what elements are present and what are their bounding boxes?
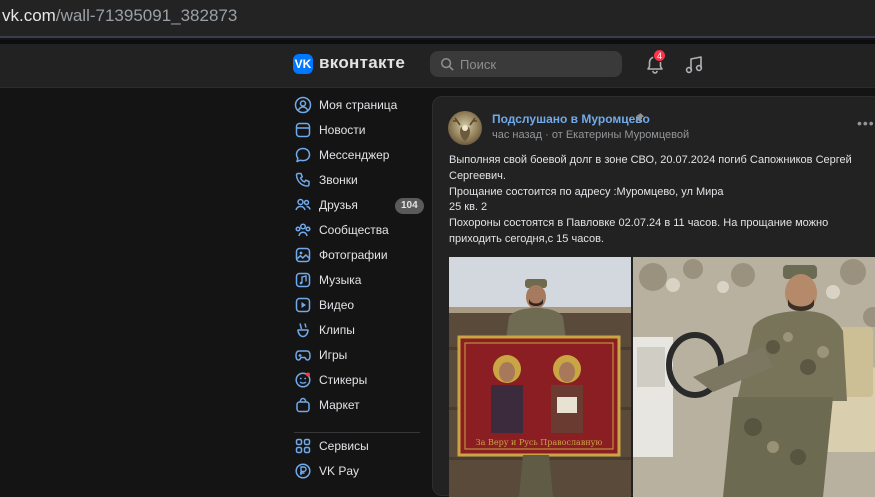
market-bag-icon <box>296 397 310 413</box>
sidebar-item-label: Друзья <box>319 198 358 212</box>
sidebar-item-label: Музыка <box>319 273 362 287</box>
post-photo-banner[interactable]: За Веру и Русь Православную <box>449 257 631 497</box>
photo-soldier-in-vehicle <box>633 257 875 497</box>
sidebar-item-market[interactable]: Маркет <box>290 393 425 417</box>
deer-emblem-icon <box>453 117 477 141</box>
vk-logo-icon[interactable]: VK <box>293 54 313 74</box>
sidebar-item-calls[interactable]: Звонки <box>290 168 425 192</box>
notification-badge: 4 <box>653 49 667 62</box>
post-text: Выполняя свой боевой долг в зоне СВО, 20… <box>449 153 869 248</box>
sidebar-item-friends[interactable]: Друзья 104 <box>290 193 425 217</box>
sidebar-item-label: Клипы <box>319 323 355 337</box>
sidebar-item-music[interactable]: Музыка <box>290 268 425 292</box>
pin-icon <box>634 113 644 123</box>
logo-text[interactable]: вконтакте <box>319 53 405 73</box>
sidebar-item-news[interactable]: Новости <box>290 118 425 142</box>
friends-icon <box>295 198 311 211</box>
search-icon <box>440 57 454 71</box>
post-text-line: 25 кв. 2 <box>449 201 488 214</box>
sidebar-item-clips[interactable]: Клипы <box>290 318 425 342</box>
post-source: · от Екатерины Муромцевой <box>545 129 690 141</box>
sidebar-item-label: Фотографии <box>319 248 388 262</box>
post-time[interactable]: час назад <box>492 129 542 141</box>
community-avatar[interactable] <box>448 111 482 145</box>
sidebar-item-label: Звонки <box>319 173 358 187</box>
sidebar-item-label: VK Pay <box>319 464 360 478</box>
sidebar-item-label: Новости <box>319 123 366 137</box>
wall-post: Подслушано в Муромцево час назад · от Ек… <box>432 96 875 497</box>
vkpay-icon <box>295 463 311 479</box>
post-text-line: Похороны состоятся в Павловке 02.07.24 в… <box>449 217 829 245</box>
sidebar-item-label: Моя страница <box>319 98 398 112</box>
photo-soldier-with-flag: За Веру и Русь Православную <box>449 257 631 497</box>
friends-count-badge: 104 <box>395 198 424 214</box>
chat-icon <box>295 147 311 163</box>
sidebar-item-label: Стикеры <box>319 373 368 387</box>
sidebar-item-games[interactable]: Игры <box>290 343 425 367</box>
post-meta: час назад · от Екатерины Муромцевой <box>492 129 689 141</box>
sidebar-item-messenger[interactable]: Мессенджер <box>290 143 425 167</box>
sticker-icon <box>295 372 311 388</box>
music-player-icon[interactable] <box>684 54 704 76</box>
sidebar-item-label: Мессенджер <box>319 148 390 162</box>
vk-header: VK вконтакте Поиск 4 <box>0 44 875 88</box>
banner-inscription: За Веру и Русь Православную <box>476 438 603 447</box>
sidebar-item-my-page[interactable]: Моя страница <box>290 93 425 117</box>
phone-icon <box>295 172 310 187</box>
sidebar-item-services[interactable]: Сервисы <box>290 434 425 458</box>
communities-icon <box>295 223 311 237</box>
search-placeholder: Поиск <box>460 57 497 72</box>
browser-address-bar[interactable]: vk.com/wall-71395091_382873 <box>0 0 875 38</box>
user-circle-icon <box>294 96 312 114</box>
sidebar-item-label: Маркет <box>319 398 360 412</box>
clips-icon <box>297 323 309 338</box>
photos-icon <box>295 247 311 263</box>
post-text-line: Выполняя свой боевой долг в зоне СВО, 20… <box>449 154 852 182</box>
news-icon <box>295 122 311 138</box>
sidebar-divider <box>294 432 420 433</box>
sidebar-item-video[interactable]: Видео <box>290 293 425 317</box>
post-photo-vehicle[interactable] <box>633 257 875 497</box>
sidebar-item-label: Сообщества <box>319 223 389 237</box>
url-text[interactable]: vk.com/wall-71395091_382873 <box>2 6 237 26</box>
sidebar-item-label: Видео <box>319 298 355 312</box>
more-options-icon[interactable]: ••• <box>857 115 875 131</box>
sidebar-item-label: Сервисы <box>319 439 369 453</box>
video-icon <box>295 297 311 313</box>
post-author-link[interactable]: Подслушано в Муромцево <box>492 112 650 126</box>
post-text-line: Прощание состоится по адресу :Муромцево,… <box>449 185 724 198</box>
search-box[interactable]: Поиск <box>430 51 622 77</box>
services-grid-icon <box>295 438 311 454</box>
sidebar-item-label: Игры <box>319 348 348 362</box>
sidebar-item-stickers[interactable]: Стикеры <box>290 368 425 392</box>
music-icon <box>295 272 311 288</box>
gamepad-icon <box>295 350 311 361</box>
sidebar-item-vkpay[interactable]: VK Pay <box>290 459 425 483</box>
sidebar-item-communities[interactable]: Сообщества <box>290 218 425 242</box>
sidebar-item-photos[interactable]: Фотографии <box>290 243 425 267</box>
